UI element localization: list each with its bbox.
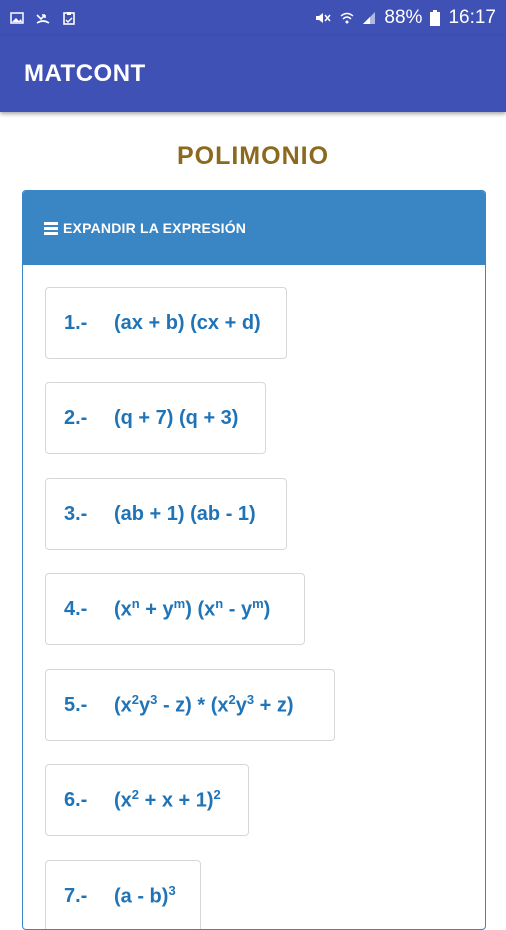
exercise-expression: (a - b)3 (114, 883, 176, 908)
missed-call-icon (36, 14, 50, 24)
exercise-expression: (x2y3 - z) * (x2y3 + z) (114, 692, 294, 717)
exercise-item-3[interactable]: 3.- (ab + 1) (ab - 1) (45, 478, 287, 550)
app-title: MATCONT (24, 60, 146, 87)
app-bar: MATCONT (0, 36, 506, 112)
exercise-item-7[interactable]: 7.- (a - b)3 (45, 860, 201, 929)
exercise-item-1[interactable]: 1.- (ax + b) (cx + d) (45, 287, 287, 359)
wifi-icon (340, 12, 354, 24)
panel-header: EXPANDIR LA EXPRESIÓN (23, 191, 485, 265)
exercise-number: 1.- (64, 311, 88, 334)
mute-icon (316, 13, 331, 23)
exercise-number: 7.- (64, 884, 88, 907)
image-notification-icon (10, 12, 24, 24)
exercise-number: 6.- (64, 788, 88, 811)
exercise-number: 3.- (64, 502, 88, 525)
exercise-expression: (x2 + x + 1)2 (114, 787, 221, 812)
panel-header-label: EXPANDIR LA EXPRESIÓN (63, 220, 247, 236)
exercise-expression: (ab + 1) (ab - 1) (114, 502, 256, 525)
exercise-number: 2.- (64, 406, 88, 429)
signal-icon (363, 12, 376, 24)
clock: 16:17 (448, 7, 496, 28)
page-title: POLIMONIO (176, 142, 330, 170)
expression-panel: EXPANDIR LA EXPRESIÓN 1.- (ax + b) (cx +… (22, 190, 486, 930)
exercise-item-5[interactable]: 5.- (x2y3 - z) * (x2y3 + z) (45, 669, 335, 741)
exercise-expression: (xn + ym) (xn - ym) (114, 596, 271, 621)
exercise-item-6[interactable]: 6.- (x2 + x + 1)2 (45, 764, 249, 836)
clipboard-icon (63, 12, 75, 25)
exercise-number: 5.- (64, 693, 88, 716)
exercise-number: 4.- (64, 597, 88, 620)
battery-icon (430, 10, 441, 26)
status-bar: 88% 16:17 (0, 0, 506, 36)
exercise-item-4[interactable]: 4.- (xn + ym) (xn - ym) (45, 573, 305, 645)
list-icon (44, 222, 58, 235)
exercise-expression: (ax + b) (cx + d) (114, 311, 261, 334)
battery-percent: 88% (384, 7, 423, 28)
exercise-expression: (q + 7) (q + 3) (114, 406, 239, 429)
exercise-item-2[interactable]: 2.- (q + 7) (q + 3) (45, 382, 266, 454)
